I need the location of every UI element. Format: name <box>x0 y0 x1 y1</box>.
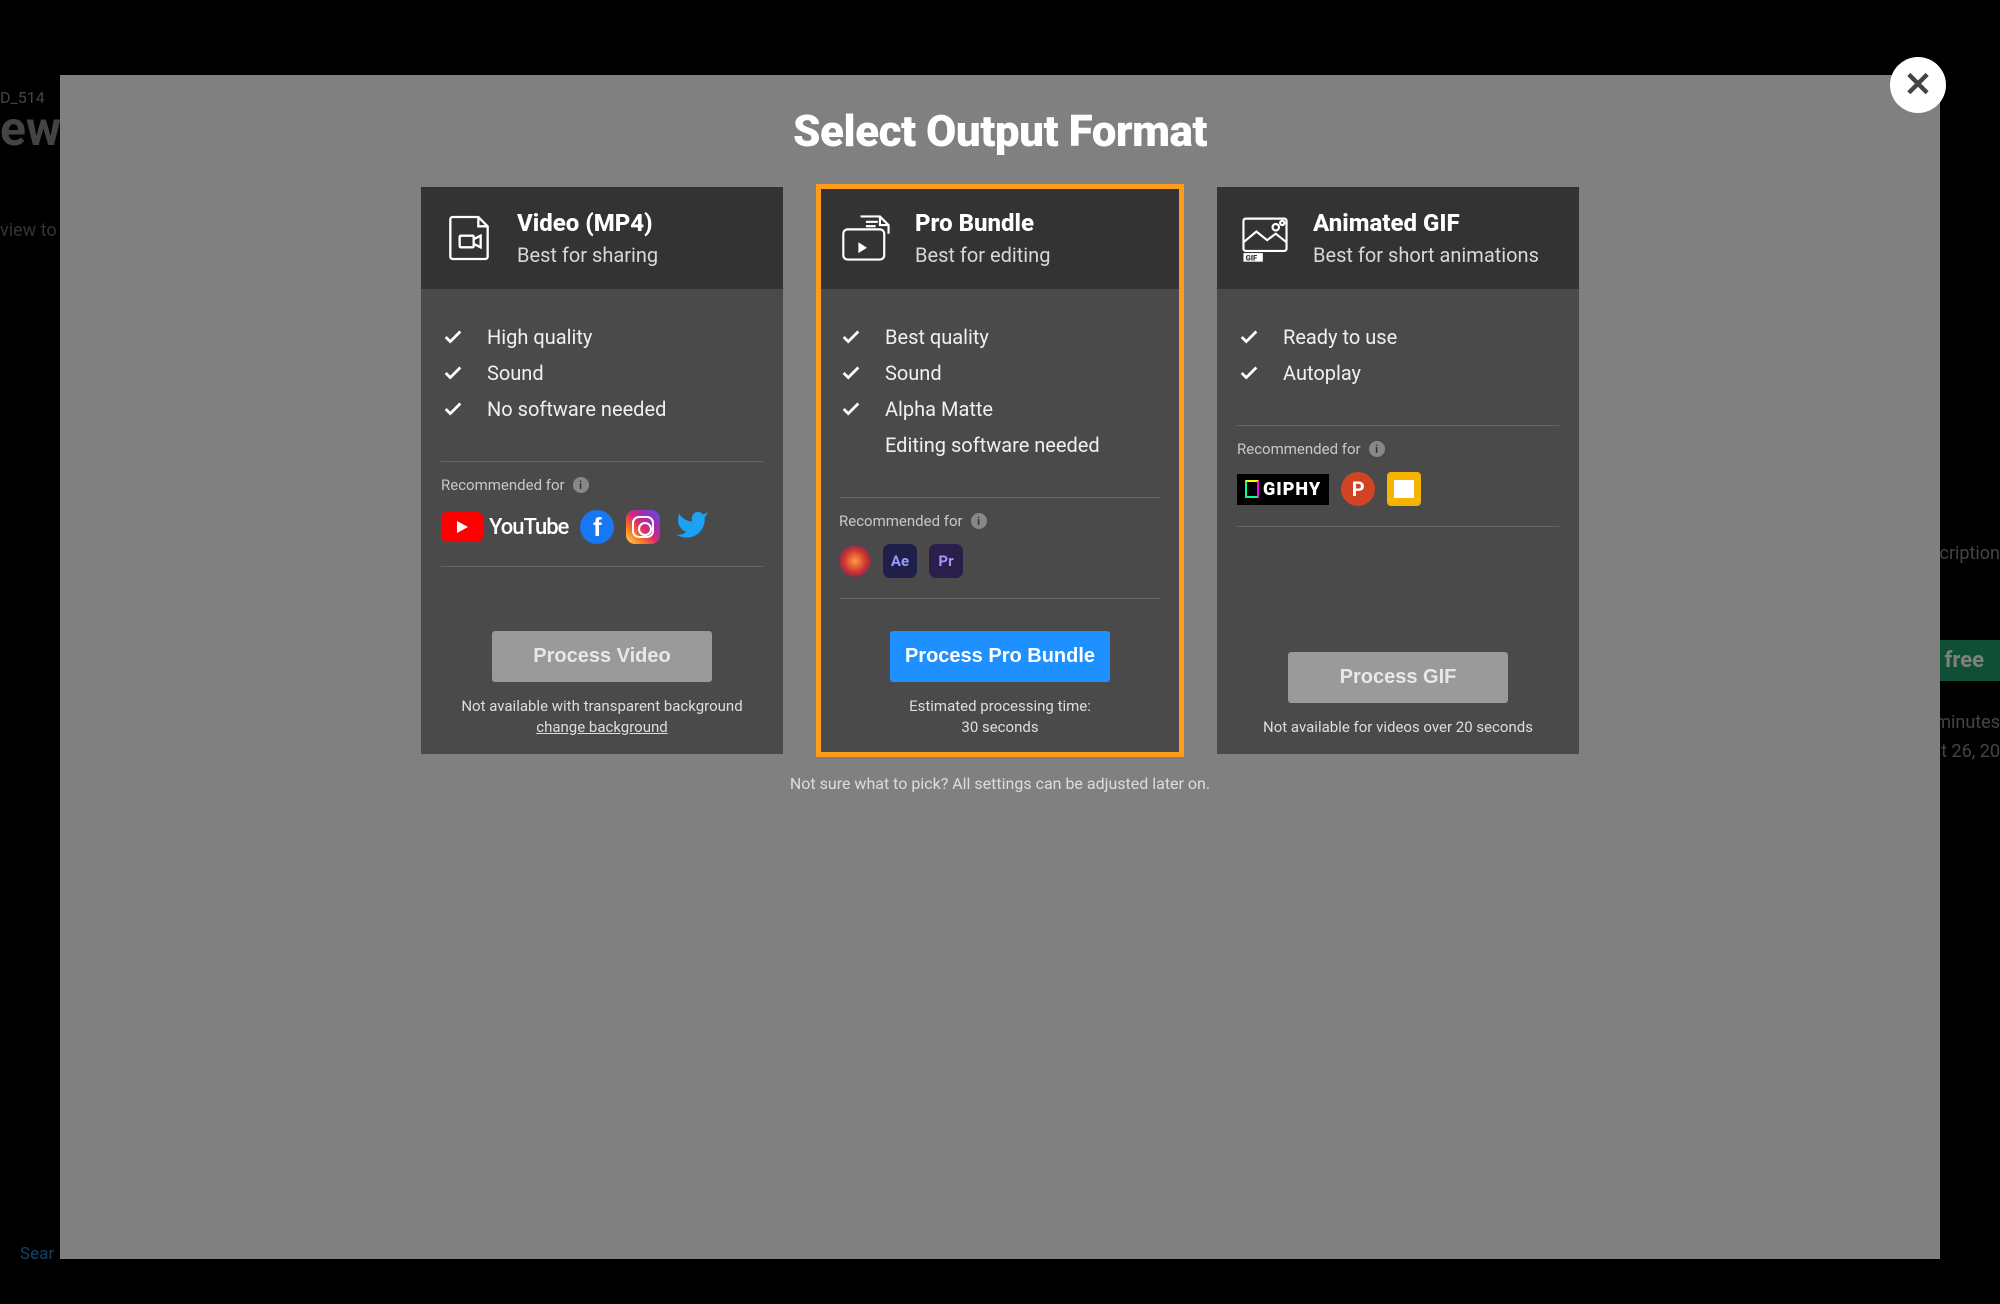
svg-text:GIF: GIF <box>1246 254 1258 263</box>
divider <box>1237 425 1559 426</box>
feature-text: Editing software needed <box>885 433 1100 457</box>
card-gif-title: Animated GIF <box>1313 209 1539 237</box>
info-icon[interactable]: i <box>1369 441 1385 457</box>
check-icon <box>441 362 465 384</box>
card-pro-title: Pro Bundle <box>915 209 1050 237</box>
card-video-note: Not available with transparent backgroun… <box>441 696 763 738</box>
card-video-subtitle: Best for sharing <box>517 243 658 267</box>
divider <box>839 497 1161 498</box>
youtube-logo: YouTube <box>441 512 568 542</box>
card-video-features: High quality Sound No software needed <box>441 319 763 427</box>
card-gif-subtitle: Best for short animations <box>1313 243 1539 267</box>
card-gif-features: Ready to use Autoplay <box>1237 319 1559 391</box>
info-icon[interactable]: i <box>573 477 589 493</box>
modal-title: Select Output Format <box>85 105 1915 157</box>
divider <box>1237 526 1559 527</box>
card-video-header: Video (MP4) Best for sharing <box>421 187 783 289</box>
gif-file-icon: GIF <box>1237 210 1293 266</box>
card-pro-header: Pro Bundle Best for editing <box>819 187 1181 289</box>
twitter-logo <box>672 508 712 546</box>
feature-text: No software needed <box>487 397 666 421</box>
recommended-logos-video: YouTube f <box>441 508 763 546</box>
feature-text: Autoplay <box>1283 361 1361 385</box>
card-gif-header: GIF Animated GIF Best for short animatio… <box>1217 187 1579 289</box>
instagram-logo <box>626 510 660 544</box>
check-icon <box>839 362 863 384</box>
process-gif-button[interactable]: Process GIF <box>1288 652 1508 703</box>
card-gif-note: Not available for videos over 20 seconds <box>1237 717 1559 738</box>
change-background-link[interactable]: change background <box>536 718 667 736</box>
info-icon[interactable]: i <box>971 513 987 529</box>
divider <box>839 598 1161 599</box>
check-icon <box>441 326 465 348</box>
premiere-pro-icon: Pr <box>929 544 963 578</box>
card-pro-note: Estimated processing time: 30 seconds <box>839 696 1161 738</box>
format-cards-row: Video (MP4) Best for sharing High qualit… <box>85 187 1915 754</box>
check-icon <box>839 326 863 348</box>
giphy-logo: GIPHY <box>1237 474 1329 505</box>
process-video-button[interactable]: Process Video <box>492 631 712 682</box>
check-icon <box>839 398 863 420</box>
card-pro-subtitle: Best for editing <box>915 243 1050 267</box>
card-pro-features: Best quality Sound Alpha Matte Editing s… <box>839 319 1161 463</box>
close-button[interactable]: ✕ <box>1890 57 1946 113</box>
divider <box>441 461 763 462</box>
google-slides-icon <box>1387 472 1421 506</box>
process-pro-bundle-button[interactable]: Process Pro Bundle <box>890 631 1110 682</box>
check-icon <box>1237 362 1261 384</box>
video-file-icon <box>441 210 497 266</box>
recommended-label: Recommended for i <box>1237 440 1559 458</box>
davinci-resolve-icon <box>839 545 871 577</box>
check-icon <box>1237 326 1261 348</box>
feature-text: Sound <box>885 361 942 385</box>
recommended-logos-pro: Ae Pr <box>839 544 1161 578</box>
after-effects-icon: Ae <box>883 544 917 578</box>
card-gif[interactable]: GIF Animated GIF Best for short animatio… <box>1217 187 1579 754</box>
powerpoint-icon: P <box>1341 472 1375 506</box>
modal-footer-note: Not sure what to pick? All settings can … <box>85 774 1915 793</box>
feature-text: Ready to use <box>1283 325 1397 349</box>
pro-bundle-icon <box>839 210 895 266</box>
facebook-logo: f <box>580 510 614 544</box>
divider <box>441 566 763 567</box>
feature-text: Alpha Matte <box>885 397 993 421</box>
card-video[interactable]: Video (MP4) Best for sharing High qualit… <box>421 187 783 754</box>
feature-text: Best quality <box>885 325 989 349</box>
output-format-modal: ✕ Select Output Format Video (MP4) Best … <box>60 75 1940 1259</box>
feature-text: Sound <box>487 361 544 385</box>
card-pro-bundle[interactable]: Pro Bundle Best for editing Best quality… <box>819 187 1181 754</box>
recommended-label: Recommended for i <box>441 476 763 494</box>
close-icon: ✕ <box>1904 65 1933 105</box>
check-icon <box>441 398 465 420</box>
recommended-logos-gif: GIPHY P <box>1237 472 1559 506</box>
feature-text: High quality <box>487 325 592 349</box>
recommended-label: Recommended for i <box>839 512 1161 530</box>
card-video-title: Video (MP4) <box>517 209 658 237</box>
